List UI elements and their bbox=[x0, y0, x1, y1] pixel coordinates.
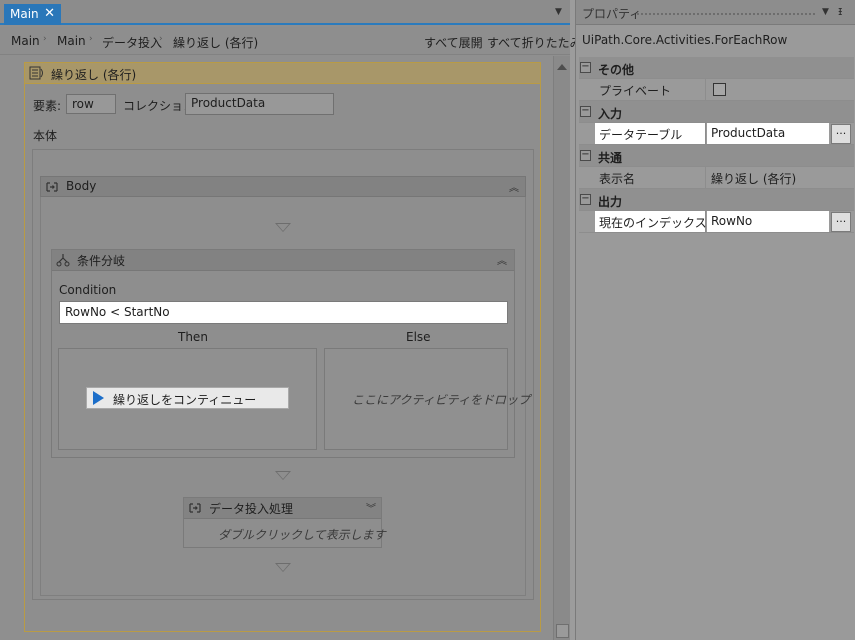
chevron-down-icon[interactable]: ▼ bbox=[822, 7, 829, 17]
breadcrumb-item[interactable]: 繰り返し (各行) bbox=[173, 34, 258, 51]
continue-activity[interactable]: 繰り返しをコンティニュー bbox=[86, 387, 289, 409]
vertical-scrollbar[interactable] bbox=[553, 56, 570, 640]
item-label: 要素: bbox=[33, 99, 62, 113]
body-label: 本体 bbox=[33, 129, 58, 143]
drop-target-icon[interactable] bbox=[275, 471, 291, 480]
property-name: 現在のインデックス bbox=[595, 211, 707, 232]
breadcrumb: Main › Main › データ投入 › 繰り返し (各行) すべて展開 すべ… bbox=[0, 27, 582, 55]
then-label: Then bbox=[178, 330, 208, 344]
collapse-icon[interactable]: − bbox=[580, 106, 591, 117]
sequence-icon bbox=[46, 182, 58, 192]
collection-input[interactable]: ProductData bbox=[185, 93, 334, 115]
if-title: 条件分岐 bbox=[77, 254, 126, 268]
continue-activity-label: 繰り返しをコンティニュー bbox=[113, 393, 257, 407]
properties-titlebar: プロパティ ▼ ᵻ bbox=[576, 0, 855, 25]
breadcrumb-item[interactable]: Main bbox=[57, 34, 86, 48]
category-label: 共通 bbox=[598, 151, 623, 165]
play-icon bbox=[93, 391, 104, 405]
category-label: その他 bbox=[598, 63, 635, 77]
private-checkbox[interactable] bbox=[713, 83, 726, 96]
chevron-down-icon[interactable]: ︾ bbox=[366, 500, 376, 515]
display-name-value[interactable]: 繰り返し (各行) bbox=[707, 167, 854, 188]
sequence-header[interactable]: Body ︽ bbox=[40, 176, 526, 197]
expand-all-button[interactable]: すべて展開 bbox=[424, 34, 483, 51]
if-activity[interactable]: 条件分岐 ︽ Condition RowNo < StartNo Then El… bbox=[51, 249, 530, 458]
property-name: データテーブル bbox=[595, 123, 706, 144]
collapse-icon[interactable]: − bbox=[580, 194, 591, 205]
condition-input[interactable]: RowNo < StartNo bbox=[59, 301, 508, 324]
ellipsis-button[interactable]: ... bbox=[831, 212, 851, 232]
else-drop-area[interactable]: ここにアクティビティをドロップ bbox=[324, 348, 530, 450]
property-name: 表示名 bbox=[595, 167, 706, 188]
condition-label: Condition bbox=[59, 283, 117, 297]
collapse-icon[interactable]: − bbox=[580, 150, 591, 161]
drop-target-icon[interactable] bbox=[275, 563, 291, 572]
ellipsis-button[interactable]: ... bbox=[831, 124, 851, 144]
category-row[interactable]: − 共通 bbox=[579, 145, 854, 167]
property-row: 現在のインデックス RowNo ... bbox=[579, 211, 854, 233]
property-name: プライベート bbox=[595, 79, 706, 100]
tab-main-label: Main bbox=[10, 7, 39, 21]
workflow-designer: Main ✕ ▼ Main › Main › データ投入 › 繰り返し (各行)… bbox=[0, 0, 582, 640]
breadcrumb-item[interactable]: データ投入 bbox=[102, 34, 162, 51]
current-index-value-input[interactable]: RowNo bbox=[707, 211, 829, 232]
properties-title: プロパティ bbox=[582, 7, 642, 21]
if-header[interactable]: 条件分岐 ︽ bbox=[52, 250, 514, 271]
chevron-right-icon: › bbox=[43, 34, 47, 44]
collapse-all-button[interactable]: すべて折りたたみ bbox=[487, 34, 582, 51]
breadcrumb-item[interactable]: Main bbox=[11, 34, 40, 48]
properties-panel: プロパティ ▼ ᵻ UiPath.Core.Activities.ForEach… bbox=[575, 0, 855, 640]
invoke-activity[interactable]: データ投入処理 ︾ ダブルクリックして表示します bbox=[183, 497, 386, 548]
invoke-title: データ投入処理 bbox=[209, 502, 294, 516]
foreach-title: 繰り返し (各行) bbox=[51, 68, 137, 82]
scroll-up-icon[interactable] bbox=[557, 64, 567, 70]
else-placeholder: ここにアクティビティをドロップ bbox=[352, 393, 530, 407]
item-input[interactable]: row bbox=[66, 94, 116, 114]
close-icon[interactable]: ✕ bbox=[44, 6, 55, 21]
property-row: プライベート bbox=[579, 79, 854, 101]
tab-main[interactable]: Main ✕ bbox=[4, 4, 61, 25]
drop-target-icon[interactable] bbox=[275, 223, 291, 232]
invoke-icon bbox=[189, 503, 201, 513]
collapse-icon[interactable]: − bbox=[580, 62, 591, 73]
property-value bbox=[707, 79, 854, 100]
foreach-icon bbox=[29, 66, 43, 80]
foreach-header[interactable]: 繰り返し (各行) bbox=[25, 63, 540, 84]
chevron-right-icon: › bbox=[89, 34, 93, 44]
category-label: 入力 bbox=[598, 107, 623, 121]
property-row: データテーブル ProductData ... bbox=[579, 123, 854, 145]
else-label: Else bbox=[406, 330, 431, 344]
invoke-hint: ダブルクリックして表示します bbox=[218, 528, 386, 542]
chevron-up-icon[interactable]: ︽ bbox=[497, 252, 507, 267]
if-icon bbox=[56, 254, 70, 267]
datatable-value-input[interactable]: ProductData bbox=[707, 123, 829, 144]
property-type-name: UiPath.Core.Activities.ForEachRow bbox=[582, 33, 788, 47]
scroll-down-button[interactable] bbox=[556, 624, 569, 638]
sequence-title: Body bbox=[66, 179, 97, 193]
chevron-up-icon[interactable]: ︽ bbox=[509, 179, 519, 194]
drag-handle[interactable] bbox=[636, 12, 816, 16]
category-row[interactable]: − その他 bbox=[579, 57, 854, 79]
chevron-right-icon: › bbox=[159, 34, 163, 44]
category-row[interactable]: − 入力 bbox=[579, 101, 854, 123]
category-label: 出力 bbox=[598, 195, 623, 209]
chevron-down-icon[interactable]: ▼ bbox=[555, 7, 562, 17]
document-tabstrip: Main ✕ ▼ bbox=[0, 0, 570, 25]
invoke-header[interactable]: データ投入処理 ︾ bbox=[184, 498, 381, 519]
category-row[interactable]: − 出力 bbox=[579, 189, 854, 211]
then-drop-area[interactable]: 繰り返しをコンティニュー bbox=[58, 348, 317, 450]
property-row: 表示名 繰り返し (各行) bbox=[579, 167, 854, 189]
property-grid: − その他 プライベート − 入力 データテーブル ProductData ..… bbox=[579, 57, 854, 233]
pin-icon[interactable]: ᵻ bbox=[838, 4, 842, 18]
